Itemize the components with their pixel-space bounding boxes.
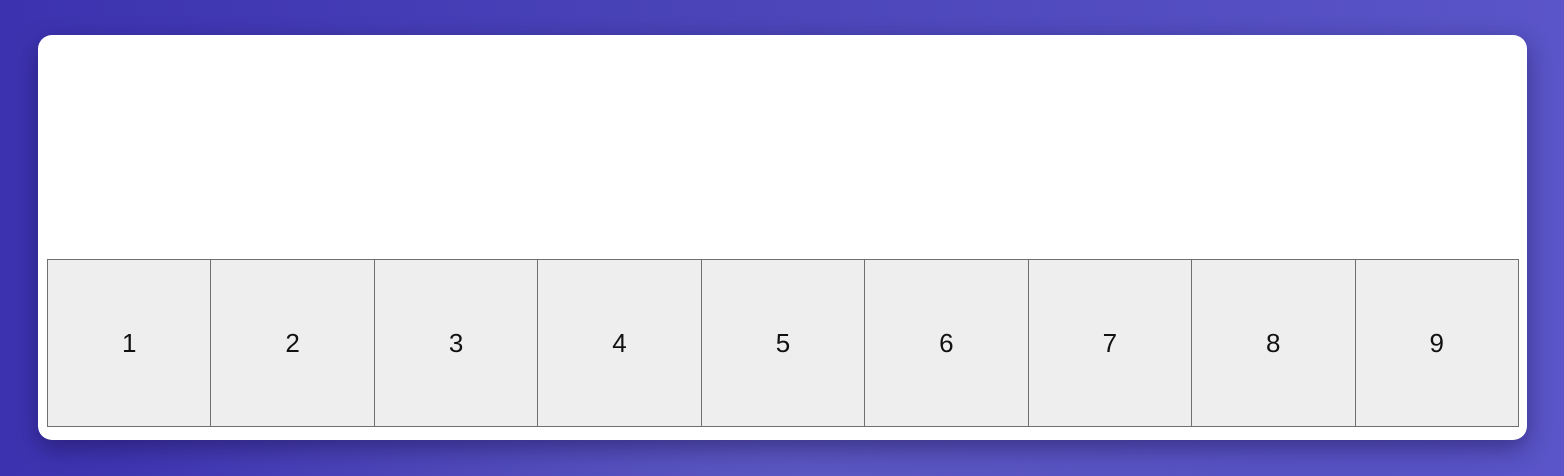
tile-9[interactable]: 9 (1355, 260, 1518, 426)
tile-label: 3 (448, 327, 464, 358)
tile-label: 7 (1102, 327, 1118, 358)
tile-label: 6 (939, 327, 954, 358)
tile-3[interactable]: 3 (374, 260, 539, 426)
tile-row: 1 2 3 4 5 6 7 8 9 (47, 259, 1519, 427)
tile-5[interactable]: 5 (701, 260, 866, 426)
tile-1[interactable]: 1 (48, 260, 212, 426)
tile-label: 9 (1429, 327, 1444, 358)
tile-7[interactable]: 7 (1028, 260, 1193, 426)
tile-label: 8 (1266, 327, 1281, 358)
tile-label: 4 (612, 327, 627, 358)
tile-2[interactable]: 2 (211, 260, 375, 426)
tile-8[interactable]: 8 (1192, 260, 1356, 426)
tile-4[interactable]: 4 (538, 260, 702, 426)
tile-6[interactable]: 6 (865, 260, 1029, 426)
tile-label: 5 (775, 327, 791, 358)
demo-panel: 1 2 3 4 5 6 7 8 9 (38, 35, 1527, 440)
tile-label: 1 (121, 327, 137, 358)
tile-label: 2 (285, 327, 300, 358)
